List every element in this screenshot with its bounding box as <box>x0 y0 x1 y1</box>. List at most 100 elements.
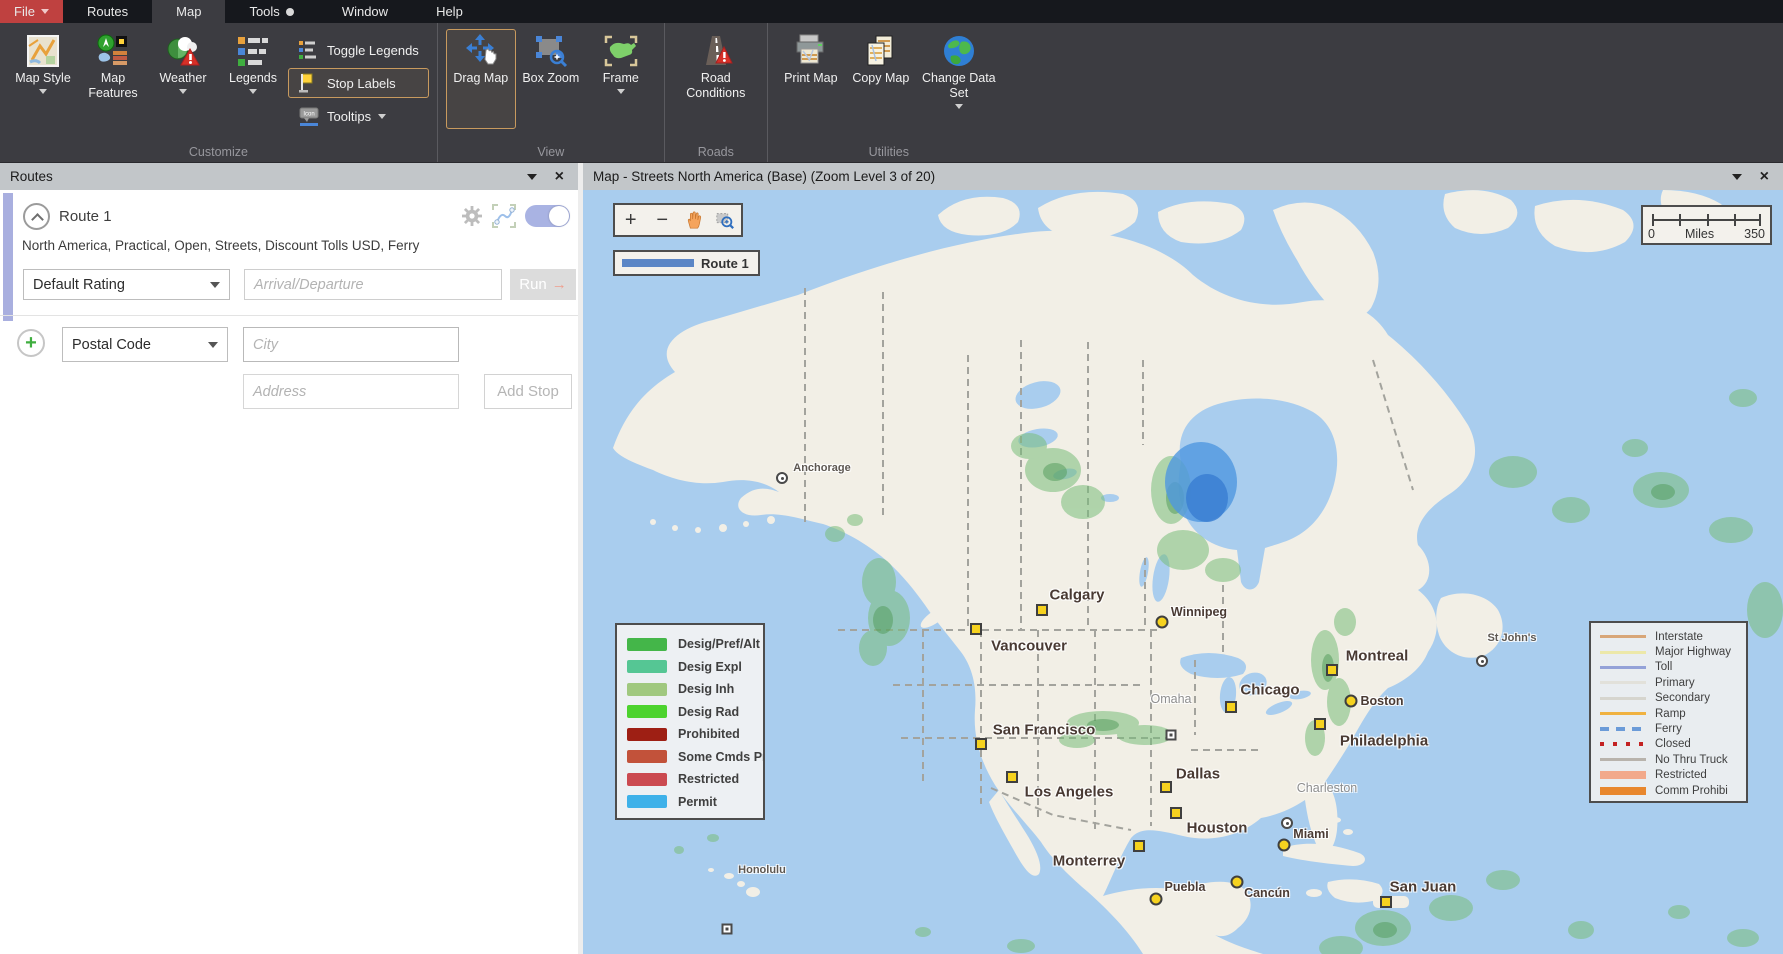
menu-item-label: Tools <box>249 0 279 23</box>
map-panel-collapse-icon[interactable] <box>1732 174 1742 180</box>
routes-panel: Routes × Route 1 North America, Practica… <box>0 163 578 954</box>
city-label-puebla: Puebla <box>1165 880 1206 894</box>
zoom-in-button[interactable]: + <box>618 207 644 233</box>
legend-line-swatch <box>1600 681 1646 684</box>
box-zoom-button[interactable] <box>712 207 738 233</box>
route-color-swatch <box>622 259 694 267</box>
ribbon-button-map-style[interactable]: Map Style <box>8 29 78 129</box>
copy-map-icon <box>863 34 899 68</box>
legend-line-swatch <box>1600 771 1646 779</box>
city-marker-dallas[interactable] <box>1160 781 1172 793</box>
route-path-frame-icon[interactable] <box>492 204 516 228</box>
menu-item-help[interactable]: Help <box>412 0 487 23</box>
tooltips-icon: Icon <box>298 105 320 127</box>
ribbon-button-label: Change Data Set <box>919 71 999 101</box>
city-marker-canc-n[interactable] <box>1231 876 1244 889</box>
menu-item-label: File <box>14 0 35 23</box>
rating-dropdown[interactable]: Default Rating <box>23 269 230 300</box>
stop-labels-icon <box>298 72 320 94</box>
map-panel-close-icon[interactable]: × <box>1760 169 1769 185</box>
city-marker-philadelphia[interactable] <box>1314 718 1326 730</box>
zoom-out-button[interactable]: − <box>649 207 675 233</box>
city-marker-anchorage[interactable] <box>776 472 788 484</box>
city-marker-omaha[interactable] <box>1166 730 1177 741</box>
city-marker-montreal[interactable] <box>1326 664 1338 676</box>
menu-item-tools[interactable]: Tools <box>225 0 317 23</box>
menu-item-window[interactable]: Window <box>318 0 412 23</box>
legend-label: No Thru Truck <box>1655 754 1728 766</box>
ribbon-button-frame[interactable]: Frame <box>586 29 656 129</box>
ribbon-button-label: Weather <box>159 71 206 86</box>
city-marker-miami[interactable] <box>1278 839 1291 852</box>
legend-item-restricted: Restricted <box>627 768 763 791</box>
city-marker-st-john-s[interactable] <box>1476 655 1488 667</box>
city-label-philadelphia: Philadelphia <box>1340 733 1428 750</box>
city-marker-winnipeg[interactable] <box>1156 616 1169 629</box>
ribbon-button-drag-map[interactable]: Drag Map <box>446 29 516 129</box>
city-label-charleston: Charleston <box>1297 781 1357 795</box>
city-marker-vancouver[interactable] <box>970 623 982 635</box>
address-input[interactable]: Address <box>243 374 459 409</box>
legend-label: Desig Rad <box>678 705 739 719</box>
city-marker-houston[interactable] <box>1170 807 1182 819</box>
ribbon-group-label-customize: Customize <box>0 145 437 159</box>
city-label-anchorage: Anchorage <box>793 462 850 474</box>
city-marker-calgary[interactable] <box>1036 604 1048 616</box>
status-dot-icon <box>286 8 294 16</box>
city-marker-monterrey[interactable] <box>1133 840 1145 852</box>
city-marker-puebla[interactable] <box>1150 893 1163 906</box>
city-marker-charleston[interactable] <box>1281 817 1293 829</box>
print-map-icon <box>793 34 829 68</box>
city-marker-boston[interactable] <box>1345 695 1358 708</box>
route-collapse-button[interactable] <box>23 203 50 230</box>
ribbon-button-weather[interactable]: Weather <box>148 29 218 129</box>
arrival-departure-input[interactable]: Arrival/Departure <box>244 269 502 300</box>
ribbon-button-stop-labels[interactable]: Stop Labels <box>288 68 429 98</box>
city-label-calgary: Calgary <box>1049 587 1104 604</box>
legend-item-major-highway: Major Highway <box>1600 644 1746 659</box>
pan-hand-button[interactable] <box>681 207 707 233</box>
city-label-miami: Miami <box>1293 827 1328 841</box>
route-options-gear-icon[interactable] <box>461 205 483 227</box>
menu-item-file[interactable]: File <box>0 0 63 23</box>
city-marker-san-juan[interactable] <box>1380 896 1392 908</box>
city-marker-honolulu[interactable] <box>722 924 733 935</box>
map-panel-header: Map - Streets North America (Base) (Zoom… <box>583 163 1783 190</box>
ribbon-button-label: Tooltips <box>327 109 371 124</box>
route-name: Route 1 <box>59 208 112 225</box>
ribbon-button-box-zoom[interactable]: Box Zoom <box>516 29 586 129</box>
scale-ruler <box>1652 219 1761 221</box>
ribbon-button-road-conditions[interactable]: Road Conditions <box>673 29 759 129</box>
city-marker-san-francisco[interactable] <box>975 738 987 750</box>
legend-swatch <box>627 705 667 718</box>
legend-item-ramp: Ramp <box>1600 706 1746 721</box>
ribbon-button-change-data-set[interactable]: Change Data Set <box>916 29 1002 129</box>
ribbon-button-legends[interactable]: Legends <box>218 29 288 129</box>
stop-type-dropdown[interactable]: Postal Code <box>62 327 228 362</box>
run-button[interactable]: Run → <box>510 269 576 300</box>
city-input[interactable]: City <box>243 327 459 362</box>
legend-label: Prohibited <box>678 727 740 741</box>
map-canvas[interactable]: + − Route 1 0 Miles 350 Desig/Pref/AltDe… <box>583 190 1783 954</box>
ribbon-button-label: Legends <box>229 71 277 86</box>
city-marker-chicago[interactable] <box>1225 701 1237 713</box>
ribbon-button-toggle-legends[interactable]: Toggle Legends <box>288 35 429 65</box>
routes-panel-close-icon[interactable]: × <box>555 169 564 185</box>
ribbon-button-tooltips[interactable]: Icon Tooltips <box>288 101 429 131</box>
legend-label: Major Highway <box>1655 646 1731 658</box>
legend-swatch <box>627 750 667 763</box>
legend-line-swatch <box>1600 742 1646 746</box>
routes-panel-collapse-icon[interactable] <box>527 174 537 180</box>
ribbon-button-print-map[interactable]: Print Map <box>776 29 846 129</box>
menu-item-routes[interactable]: Routes <box>63 0 152 23</box>
add-stop-button[interactable]: Add Stop <box>484 374 572 409</box>
menu-item-map[interactable]: Map <box>152 0 225 23</box>
add-stop-plus-icon[interactable]: + <box>17 329 45 357</box>
city-marker-los-angeles[interactable] <box>1006 771 1018 783</box>
route-visibility-toggle[interactable] <box>525 205 570 227</box>
ribbon-button-copy-map[interactable]: Copy Map <box>846 29 916 129</box>
road-types-legend: InterstateMajor HighwayTollPrimarySecond… <box>1589 621 1748 803</box>
legend-item-no-thru-truck: No Thru Truck <box>1600 752 1746 767</box>
legend-item-closed: Closed <box>1600 737 1746 752</box>
ribbon-button-map-features[interactable]: Map Features <box>78 29 148 129</box>
